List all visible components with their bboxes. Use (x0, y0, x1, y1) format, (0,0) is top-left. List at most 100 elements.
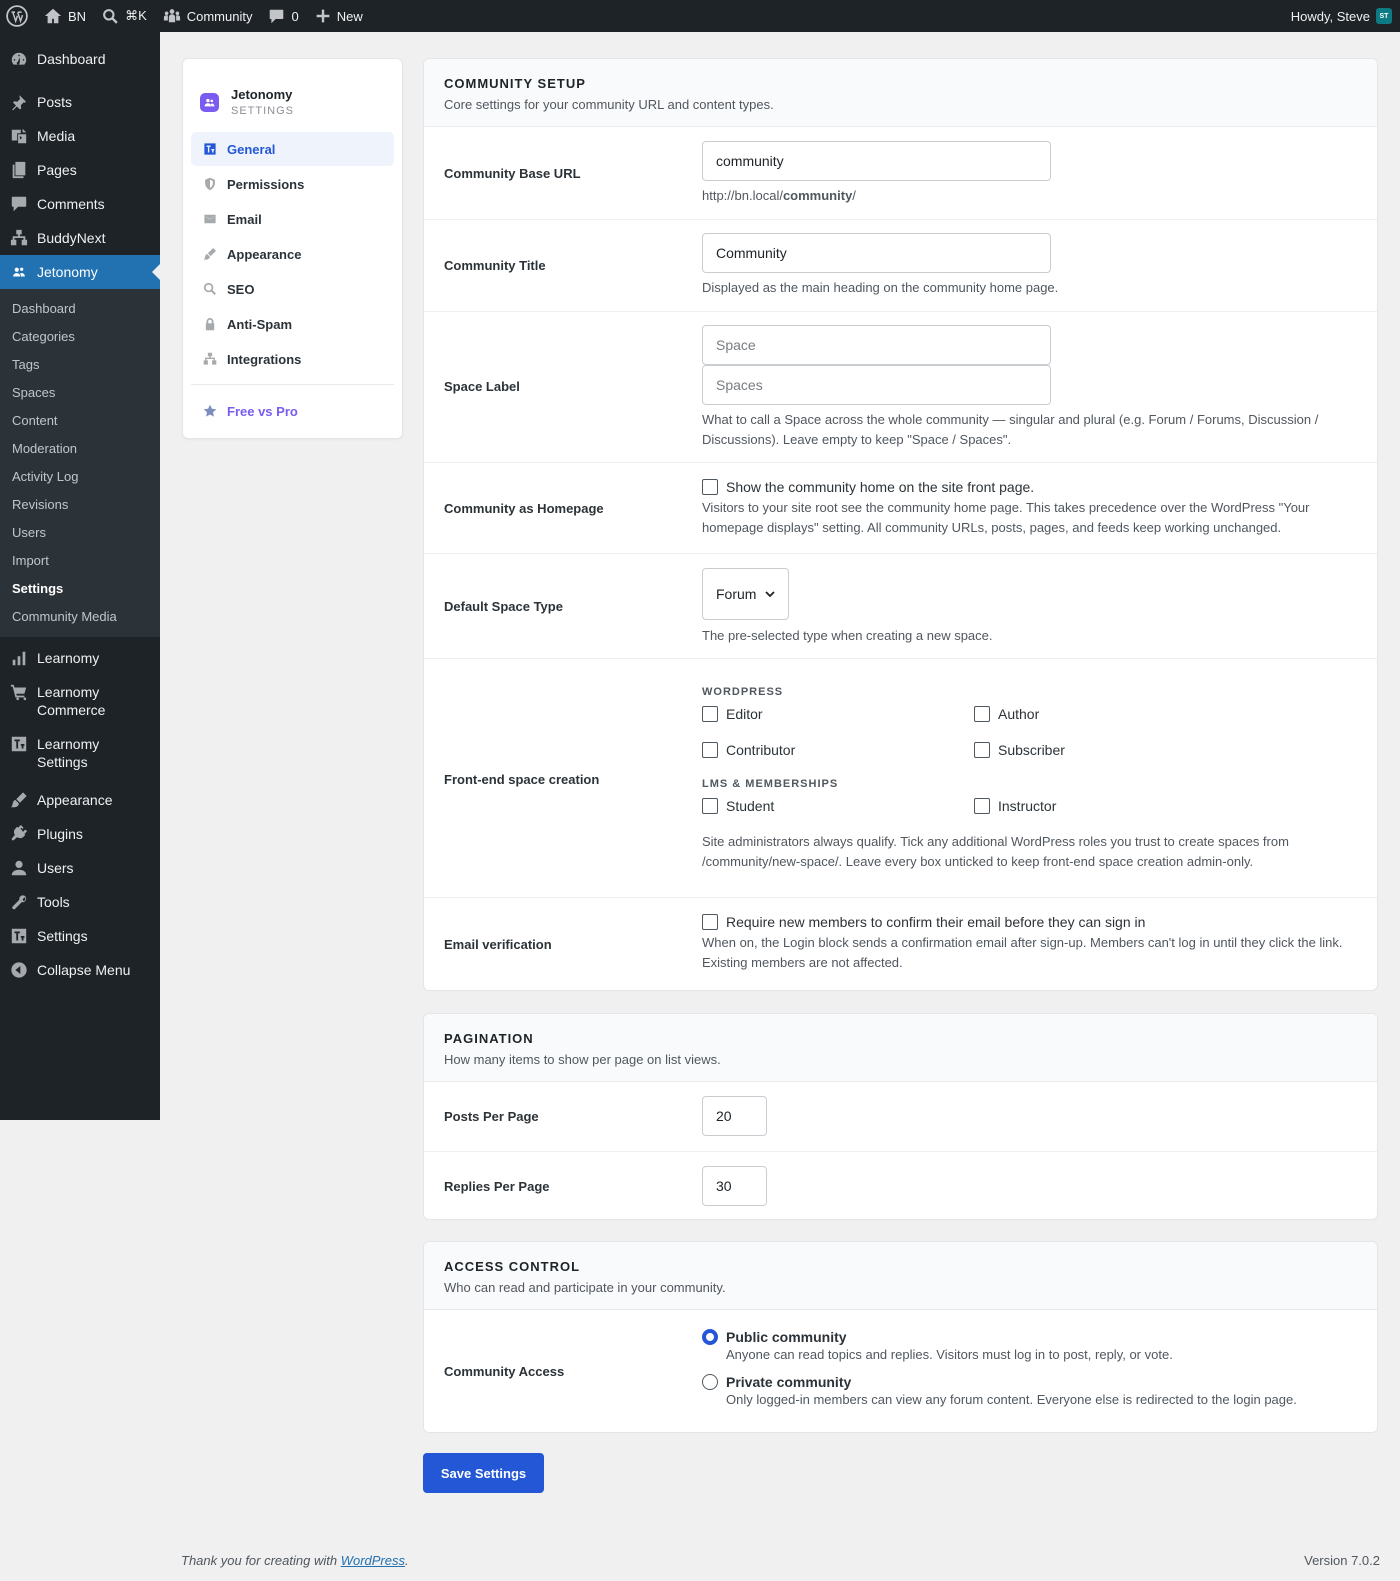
media-icon (11, 128, 27, 144)
role-checkbox-student[interactable] (702, 798, 718, 814)
submenu-content[interactable]: Content (0, 407, 160, 435)
frontend-creation-row: Front-end space creation WORDPRESS Edito… (424, 658, 1377, 897)
settings-tab-integrations[interactable]: Integrations (191, 342, 394, 376)
menu-plugins[interactable]: Plugins (0, 817, 160, 851)
free-vs-pro-link[interactable]: Free vs Pro (191, 394, 394, 428)
chevron-down-icon (765, 591, 775, 598)
comment-icon (11, 196, 27, 212)
menu-media[interactable]: Media (0, 119, 160, 153)
community-homepage-checkbox[interactable] (702, 479, 718, 495)
brand-header: Jetonomy SETTINGS (183, 59, 402, 129)
section-title: PAGINATION (444, 1031, 534, 1046)
submenu-revisions[interactable]: Revisions (0, 491, 160, 519)
save-settings-button[interactable]: Save Settings (423, 1453, 544, 1493)
submenu-spaces[interactable]: Spaces (0, 379, 160, 407)
menu-users[interactable]: Users (0, 851, 160, 885)
collapse-menu-button[interactable]: Collapse Menu (0, 953, 160, 987)
menu-jetonomy[interactable]: Jetonomy (0, 255, 160, 289)
public-community-option[interactable]: Public community Anyone can read topics a… (702, 1328, 1357, 1364)
submenu-dashboard[interactable]: Dashboard (0, 295, 160, 323)
menu-buddynext[interactable]: BuddyNext (0, 221, 160, 255)
wordpress-icon (6, 5, 28, 27)
field-label: Community Access (444, 1364, 565, 1379)
submenu-tags[interactable]: Tags (0, 351, 160, 379)
space-type-row: Default Space Type Forum The pre-selecte… (424, 553, 1377, 658)
comments-link[interactable]: 0 (260, 0, 306, 32)
menu-settings[interactable]: Settings (0, 919, 160, 953)
brush-icon (203, 248, 216, 260)
submenu-settings[interactable]: Settings (0, 575, 160, 603)
lock-icon (205, 318, 215, 331)
email-verification-checkbox[interactable] (702, 914, 718, 930)
menu-appearance[interactable]: Appearance (0, 783, 160, 817)
menu-learnomy[interactable]: Learnomy (0, 641, 160, 675)
space-plural-input[interactable]: Spaces (702, 365, 1051, 405)
field-label: Space Label (444, 379, 520, 394)
account-menu[interactable]: Howdy, Steve ST (1283, 0, 1400, 32)
submenu-categories[interactable]: Categories (0, 323, 160, 351)
command-search-button[interactable]: ⌘K (94, 0, 155, 32)
submenu-moderation[interactable]: Moderation (0, 435, 160, 463)
menu-posts[interactable]: Posts (0, 85, 160, 119)
community-link[interactable]: Community (155, 0, 261, 32)
role-checkbox-subscriber[interactable] (974, 742, 990, 758)
checkbox-label: Show the community home on the site fron… (726, 479, 1035, 495)
wordpress-logo-button[interactable] (0, 0, 36, 32)
settings-nav: Jetonomy SETTINGS General Permissions Em… (182, 58, 403, 439)
section-title: ACCESS CONTROL (444, 1259, 581, 1274)
home-icon (44, 8, 62, 24)
private-community-radio[interactable] (702, 1374, 718, 1390)
menu-learnomy-settings[interactable]: Learnomy Settings (0, 727, 160, 779)
select-value: Forum (716, 586, 757, 602)
settings-tab-anti-spam[interactable]: Anti-Spam (191, 307, 394, 341)
role-checkbox-instructor[interactable] (974, 798, 990, 814)
shield-icon (205, 177, 215, 191)
settings-icon (11, 736, 27, 752)
access-control-card: ACCESS CONTROL Who can read and particip… (423, 1241, 1378, 1433)
field-description: Site administrators always qualify. Tick… (702, 834, 1289, 869)
replies-per-page-input[interactable]: 30 (702, 1166, 767, 1206)
role-checkbox-author[interactable] (974, 706, 990, 722)
new-content-button[interactable]: New (307, 0, 371, 32)
menu-dashboard[interactable]: Dashboard (0, 42, 160, 76)
field-label: Community as Homepage (444, 501, 604, 516)
role-checkbox-contributor[interactable] (702, 742, 718, 758)
posts-per-page-input[interactable]: 20 (702, 1096, 767, 1136)
settings-tab-general[interactable]: General (191, 132, 394, 166)
field-description: When on, the Login block sends a confirm… (702, 935, 1343, 970)
community-base-url-input[interactable]: community (702, 141, 1051, 181)
wordpress-link[interactable]: WordPress (341, 1553, 405, 1568)
menu-pages[interactable]: Pages (0, 153, 160, 187)
admin-menu: Dashboard Posts Media Pages Comments Bud… (0, 32, 160, 1120)
dashboard-icon (11, 52, 27, 65)
field-description: Visitors to your site root see the commu… (702, 500, 1310, 535)
email-icon (204, 214, 216, 224)
settings-tab-permissions[interactable]: Permissions (191, 167, 394, 201)
field-description: The pre-selected type when creating a ne… (702, 628, 993, 643)
submenu-import[interactable]: Import (0, 547, 160, 575)
submenu-activity-log[interactable]: Activity Log (0, 463, 160, 491)
site-name-link[interactable]: BN (36, 0, 94, 32)
menu-tools[interactable]: Tools (0, 885, 160, 919)
menu-comments[interactable]: Comments (0, 187, 160, 221)
role-checkbox-editor[interactable] (702, 706, 718, 722)
default-space-type-select[interactable]: Forum (702, 568, 789, 620)
settings-tab-appearance[interactable]: Appearance (191, 237, 394, 271)
menu-learnomy-commerce[interactable]: Learnomy Commerce (0, 675, 160, 727)
submenu-users[interactable]: Users (0, 519, 160, 547)
comments-count: 0 (291, 8, 299, 24)
pages-icon (12, 161, 26, 179)
howdy-text: Howdy, Steve (1290, 8, 1370, 24)
submenu-community-media[interactable]: Community Media (0, 603, 160, 631)
avatar: ST (1376, 8, 1392, 24)
space-singular-input[interactable]: Space (702, 325, 1051, 365)
private-community-option[interactable]: Private community Only logged-in members … (702, 1373, 1357, 1409)
field-description: Displayed as the main heading on the com… (702, 280, 1059, 295)
settings-tab-seo[interactable]: SEO (191, 272, 394, 306)
chart-bar-icon (12, 651, 26, 666)
public-community-radio[interactable] (702, 1329, 718, 1345)
jetonomy-logo-icon (200, 92, 219, 112)
jetonomy-submenu: Dashboard Categories Tags Spaces Content… (0, 289, 160, 637)
community-title-input[interactable]: Community (702, 233, 1051, 273)
settings-tab-email[interactable]: Email (191, 202, 394, 236)
